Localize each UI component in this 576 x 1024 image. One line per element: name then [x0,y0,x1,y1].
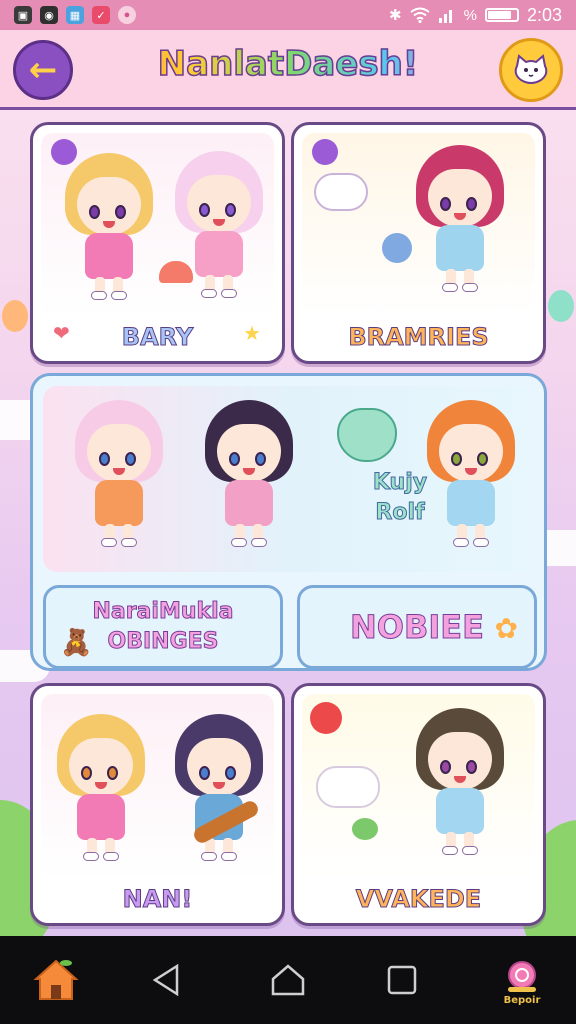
triangle-back-icon [152,963,179,997]
bluetooth-icon: ✱ [389,7,402,24]
balloon-decoration [2,300,28,332]
gallery-icon: ▦ [66,6,84,24]
notification-icons: ▣ ◉ ▦ ✓ ● [14,6,136,24]
chibi-girl-orange-hair [423,400,519,550]
card-label: VVAKEDE [355,885,482,914]
teddy-bear-icon: 🧸 [60,628,93,658]
character-card-3[interactable]: NAN! [30,683,285,926]
obinges-button-line1: NaraiMukla [92,599,234,625]
heart-decoration [337,408,397,462]
system-back-button[interactable] [140,954,192,1006]
back-button[interactable]: ← [13,40,73,100]
bepoir-label: Bepoir [503,994,541,1006]
system-status: ✱ % 2:03 [389,5,562,26]
heart-decoration [352,818,378,840]
speech-bubble-decoration [314,173,368,211]
profile-button[interactable] [499,38,563,102]
system-home-button[interactable] [260,954,316,1006]
character-card-4[interactable]: VVAKEDE [291,683,546,926]
featured-panel: Kujy Rolf NaraiMukla OBINGES 🧸 NOBIEE ✿ [30,373,547,671]
nobiee-button-label: NOBIEE [350,608,485,647]
obinges-button[interactable]: NaraiMukla OBINGES 🧸 [43,585,283,669]
status-bar: ▣ ◉ ▦ ✓ ● ✱ % 2:03 [0,0,576,30]
obinges-button-line2: OBINGES [107,629,219,655]
app-home-button[interactable] [28,954,84,1006]
photo-icon: ▣ [14,6,32,24]
house-outline-icon [271,964,305,996]
house-icon [33,959,79,1000]
battery-level [487,11,512,19]
card-label: NAN! [122,885,193,914]
featured-artwork[interactable]: Kujy Rolf [43,386,534,572]
chibi-girl-brown-hair [412,708,508,858]
chibi-boy-pink-hair [71,400,167,550]
wifi-icon [409,7,430,23]
character-card-1[interactable]: ★ ❤ BARY [30,122,285,364]
bepoir-button[interactable]: Bepoir [490,950,554,1014]
battery-icon [484,8,519,22]
character-card-2[interactable]: BRAMRIES [291,122,546,364]
mushroom-decoration [159,261,193,283]
chibi-girl-blonde-ponytail [53,714,149,864]
nobiee-button[interactable]: NOBIEE ✿ [297,585,537,669]
page-title: NanlatDaesh! [90,43,486,85]
ball-app-icon: ● [118,6,136,24]
cat-icon [514,54,548,84]
system-recents-button[interactable] [376,954,428,1006]
pink-snail-icon [508,960,536,992]
camera-icon: ◉ [40,6,58,24]
card-label: BARY [121,323,194,352]
heart-decoration [312,139,338,165]
card-artwork [41,133,274,317]
card-artwork [41,694,274,879]
signal-icon [438,10,452,23]
card-artwork [302,133,535,317]
heart-balloon-decoration [310,702,342,734]
chibi-girl-guitar [171,714,267,864]
checkmark-app-icon: ✓ [92,6,110,24]
card-label: BRAMRIES [348,323,489,352]
chibi-girl-dark-hair [201,400,297,550]
arrow-left-icon: ← [28,50,58,90]
chibi-girl-blonde [61,153,157,303]
app-header: ← NanlatDaesh! [0,30,576,110]
navigation-bar: Bepoir [0,936,576,1024]
card-artwork [302,694,535,879]
square-recents-icon [387,965,417,995]
mascot-decoration [382,233,412,263]
heart-decoration [51,139,77,165]
clock: 2:03 [526,4,562,25]
flower-icon: ✿ [494,612,518,645]
balloon-decoration [548,290,574,322]
battery-percent-symbol: % [463,6,477,24]
chibi-girl-red-hair [412,145,508,295]
cloud-bubble-decoration [316,766,380,808]
